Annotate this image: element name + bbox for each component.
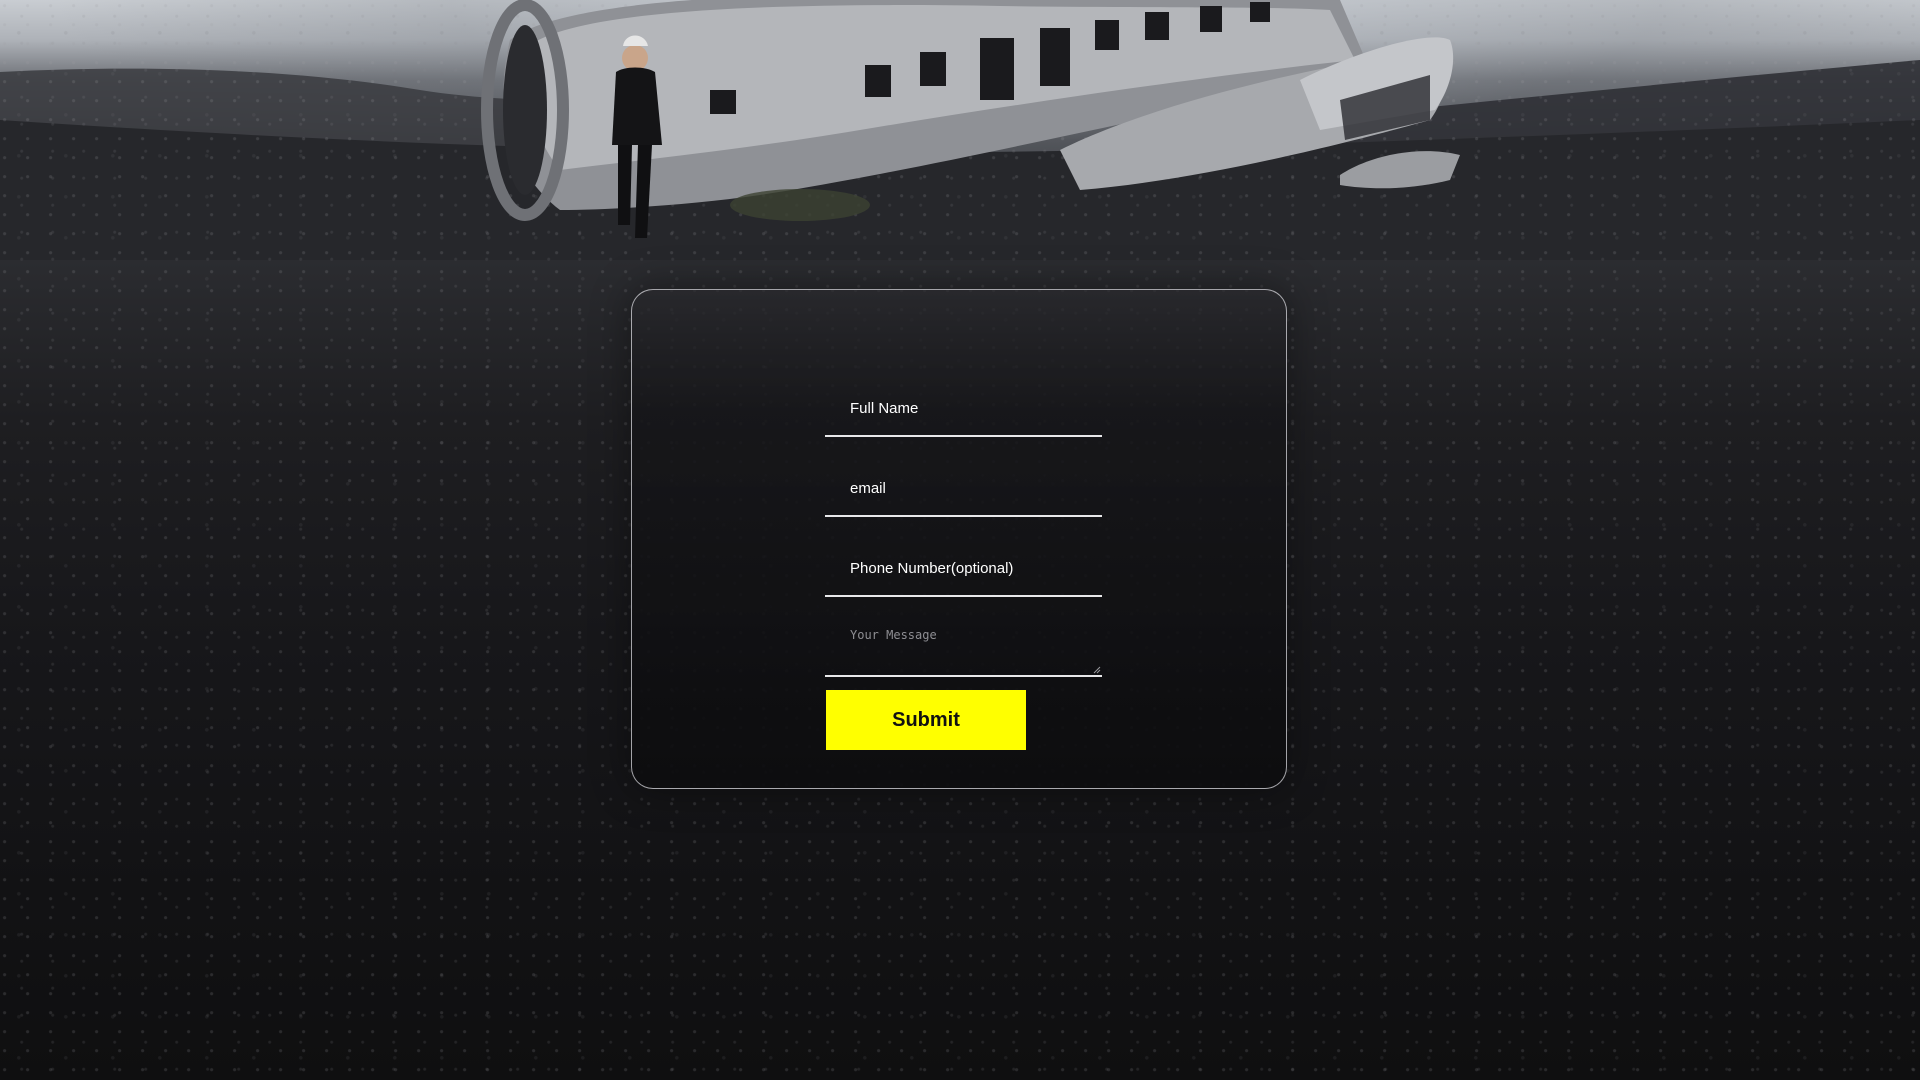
full-name-input[interactable]: [825, 381, 1102, 435]
plane-wreck-image: [481, 0, 1460, 238]
message-field[interactable]: Your Message: [825, 617, 1102, 677]
full-name-field[interactable]: Full Name: [825, 381, 1102, 437]
phone-input[interactable]: [825, 541, 1102, 595]
message-textarea[interactable]: [825, 617, 1102, 675]
resize-grip-icon[interactable]: [1093, 666, 1101, 674]
phone-field[interactable]: Phone Number(optional): [825, 541, 1102, 597]
email-input[interactable]: [825, 461, 1102, 515]
email-field[interactable]: email: [825, 461, 1102, 517]
submit-button[interactable]: Submit: [826, 690, 1026, 750]
